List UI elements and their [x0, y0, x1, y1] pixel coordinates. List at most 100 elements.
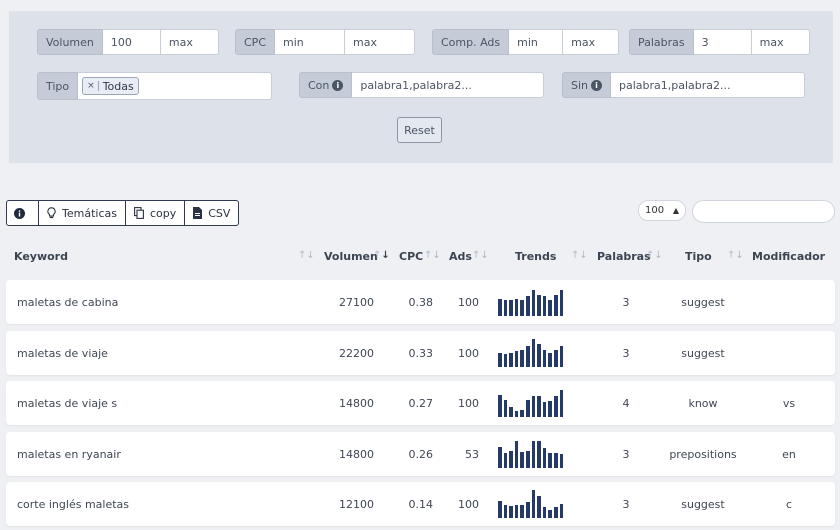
col-header-trends[interactable]: Trends: [515, 250, 556, 263]
comp-ads-label: Comp. Ads: [432, 29, 510, 55]
con-filter: Con i palabra1,palabra2...: [299, 72, 545, 98]
trend-bar: [559, 290, 564, 316]
tipo-filter: Tipo × Todas: [37, 72, 273, 100]
cpc-cell: 0.14: [408, 497, 434, 511]
tipo-cell: suggest: [681, 295, 725, 309]
trend-bar: [520, 410, 524, 417]
con-input[interactable]: palabra1,palabra2...: [352, 72, 545, 98]
copy-button[interactable]: copy: [124, 200, 186, 226]
page-size-select[interactable]: 100 ▲: [638, 200, 686, 221]
sin-label-text: Sin: [571, 78, 589, 92]
csv-label: CSV: [208, 206, 231, 220]
sin-info-icon[interactable]: i: [591, 79, 603, 91]
col-header-tipo[interactable]: Tipo: [685, 250, 712, 263]
copy-icon: [134, 207, 144, 219]
trend-bar: [559, 346, 564, 367]
csv-button[interactable]: CSV: [184, 200, 240, 226]
tipo-cell: know: [688, 396, 718, 410]
trend-bar: [514, 351, 519, 367]
con-info-icon[interactable]: i: [332, 79, 344, 91]
table-row[interactable]: maletas de viaje s 14800 0.27 100 4 know…: [6, 381, 835, 425]
trend-bar: [553, 507, 558, 518]
trend-sparkline: [498, 339, 564, 367]
trend-sparkline: [498, 490, 564, 518]
trend-bar: [514, 505, 519, 518]
trend-bar: [509, 506, 513, 518]
sort-cpc-icon[interactable]: ↑↓: [424, 250, 441, 261]
cpc-min-input[interactable]: min: [275, 29, 345, 55]
trend-bar: [514, 411, 519, 417]
table-row[interactable]: maletas de viaje 22200 0.33 100 3 sugges…: [6, 331, 835, 375]
table-row[interactable]: maletas en ryanair 14800 0.26 53 3 prepo…: [6, 432, 835, 476]
trend-bar: [509, 407, 513, 417]
tipo-chip[interactable]: × Todas: [82, 77, 139, 95]
sort-palabras-icon[interactable]: ↑↓: [646, 250, 663, 261]
sort-keyword-icon[interactable]: ↑↓: [298, 250, 315, 261]
trend-bar: [503, 453, 508, 468]
trend-bar: [503, 400, 508, 417]
trend-bar: [525, 296, 530, 316]
trend-bar: [559, 454, 564, 468]
trend-bar: [537, 396, 541, 417]
sin-input[interactable]: palabra1,palabra2...: [611, 72, 806, 98]
palabras-min-input[interactable]: 3: [693, 29, 752, 55]
volumen-label: Volumen: [37, 29, 103, 55]
table-row[interactable]: maletas de cabina 27100 0.38 100 3 sugge…: [6, 280, 835, 324]
chip-remove-icon[interactable]: ×: [87, 81, 99, 91]
cpc-cell: 0.27: [408, 396, 434, 410]
comp-ads-min-input[interactable]: min: [509, 29, 564, 55]
tipo-chip-label: Todas: [102, 79, 134, 93]
sort-volumen-icon[interactable]: ↑↓: [373, 250, 390, 261]
tematicas-button[interactable]: Temáticas: [38, 200, 126, 226]
trend-bar: [514, 299, 519, 316]
trend-bar: [520, 300, 524, 316]
modificador-cell: [761, 331, 817, 375]
trend-bar: [525, 502, 530, 518]
table-row[interactable]: corte inglés maletas 12100 0.14 100 3 su…: [6, 482, 835, 526]
trend-bar: [525, 400, 530, 417]
ads-cell: 100: [458, 346, 479, 360]
palabras-filter: Palabras 3 max: [629, 29, 810, 55]
trend-bar: [525, 346, 530, 367]
info-button[interactable]: [6, 200, 39, 226]
col-header-volumen[interactable]: Volumen: [324, 250, 378, 263]
trend-bar: [498, 299, 502, 316]
con-label-text: Con: [308, 78, 330, 92]
ads-cell: 100: [458, 396, 479, 410]
trend-bar: [537, 344, 541, 367]
table-search-input[interactable]: [692, 200, 835, 223]
palabras-cell: 4: [622, 396, 630, 410]
trend-bar: [537, 496, 541, 518]
sort-tipo-icon[interactable]: ↑↓: [727, 250, 744, 261]
cpc-cell: 0.33: [408, 346, 434, 360]
col-header-palabras[interactable]: Palabras: [597, 250, 651, 263]
trend-bar: [542, 296, 547, 316]
cpc-max-input[interactable]: max: [345, 29, 415, 55]
select-arrows-icon: ▲: [672, 206, 679, 215]
trend-bar: [503, 354, 508, 367]
col-header-ads[interactable]: Ads: [449, 250, 472, 263]
trend-bar: [520, 505, 524, 518]
lightbulb-icon: [47, 207, 56, 219]
volumen-cell: 27100: [339, 295, 374, 309]
trend-bar: [548, 510, 552, 518]
comp-ads-max-input[interactable]: max: [563, 29, 620, 55]
volumen-min-input[interactable]: 100: [102, 29, 161, 55]
col-header-modificador[interactable]: Modificador: [752, 250, 825, 263]
cpc-label: CPC: [235, 29, 275, 55]
palabras-cell: 3: [622, 497, 630, 511]
tipo-select[interactable]: × Todas: [78, 72, 273, 100]
trend-bar: [537, 295, 541, 316]
trend-bar: [548, 401, 552, 417]
sort-trends-icon[interactable]: ↑↓: [571, 250, 588, 261]
palabras-max-input[interactable]: max: [751, 29, 810, 55]
col-header-cpc[interactable]: CPC: [399, 250, 423, 263]
volumen-filter: Volumen 100 max: [37, 29, 219, 55]
trend-bar: [525, 451, 530, 468]
volumen-max-input[interactable]: max: [160, 29, 219, 55]
ads-cell: 53: [465, 447, 479, 461]
keyword-cell: maletas de viaje s: [17, 396, 118, 410]
reset-button[interactable]: Reset: [397, 117, 442, 143]
sort-ads-icon[interactable]: ↑↓: [472, 250, 489, 261]
col-header-keyword[interactable]: Keyword: [14, 250, 68, 263]
